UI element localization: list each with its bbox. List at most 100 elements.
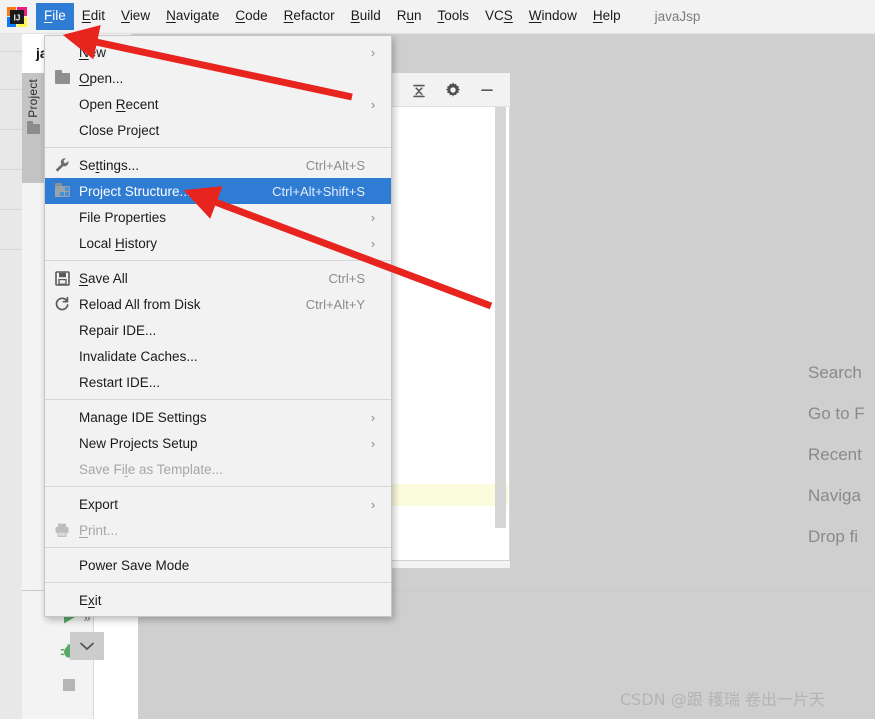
menu-item-label: Invalidate Caches... [79, 348, 198, 364]
menu-item-icon [45, 270, 79, 286]
bottom-tool-stripe [22, 591, 45, 719]
menubar-item-help[interactable]: Help [585, 3, 629, 30]
menubar-item-window[interactable]: Window [521, 3, 585, 30]
menu-item-label: Settings... [79, 157, 140, 173]
menu-item-new[interactable]: New › [45, 39, 391, 65]
menu-item-label: New [79, 44, 107, 60]
collapse-all-icon[interactable] [410, 81, 428, 99]
menu-item-label: File Properties [79, 209, 167, 225]
menu-item-project-structure[interactable]: Project Structure... Ctrl+Alt+Shift+S [45, 178, 391, 204]
menu-item-shortcut: Ctrl+Alt+Y [305, 296, 365, 312]
menubar-item-refactor[interactable]: Refactor [276, 3, 343, 30]
menu-item-shortcut: Ctrl+S [328, 270, 365, 286]
menu-item-file-properties[interactable]: File Properties › [45, 204, 391, 230]
menu-item-settings[interactable]: Settings... Ctrl+Alt+S [45, 152, 391, 178]
project-tree-scrollbar[interactable] [495, 78, 506, 528]
menu-item-label: Save File as Template... [79, 461, 223, 477]
project-name-label: javaJsp [654, 9, 701, 24]
menubar-item-file[interactable]: File [36, 3, 74, 30]
menu-item-power-save-mode[interactable]: Power Save Mode [45, 552, 391, 578]
editor-hint-drop-files: Drop fi [808, 527, 859, 546]
menu-item-reload-all-from-disk[interactable]: Reload All from Disk Ctrl+Alt+Y [45, 291, 391, 317]
menu-item-new-projects-setup[interactable]: New Projects Setup › [45, 430, 391, 456]
menubar-item-tools[interactable]: Tools [430, 3, 478, 30]
menu-separator [45, 399, 391, 400]
print-icon [55, 523, 69, 537]
wrench-icon [55, 158, 69, 172]
menu-item-label: Restart IDE... [79, 374, 161, 390]
editor-hint-recent: Recent [808, 445, 862, 464]
menubar-item-build[interactable]: Build [343, 3, 389, 30]
menu-item-icon [45, 157, 79, 173]
menu-item-save-all[interactable]: Save All Ctrl+S [45, 265, 391, 291]
intellij-idea-logo-icon: IJ [6, 6, 28, 28]
save-icon [54, 270, 70, 286]
folder-icon [54, 69, 70, 84]
menu-item-print[interactable]: Print... [45, 517, 391, 543]
menu-item-label: Repair IDE... [79, 322, 157, 338]
chevron-right-icon: › [370, 435, 376, 451]
stop-icon[interactable] [59, 675, 79, 695]
minimize-icon[interactable] [478, 81, 496, 99]
chevron-down-icon[interactable] [70, 632, 104, 660]
menu-item-icon [45, 296, 79, 312]
menu-item-label: Save All [79, 270, 128, 286]
menu-item-manage-ide-settings[interactable]: Manage IDE Settings › [45, 404, 391, 430]
menu-item-icon [45, 69, 79, 84]
menu-item-label: Power Save Mode [79, 557, 190, 573]
menu-item-export[interactable]: Export › [45, 491, 391, 517]
editor-hint-go-to-file: Go to F [808, 404, 865, 423]
editor-hint-search: Search [808, 363, 862, 382]
menu-separator [45, 582, 391, 583]
menubar-item-edit[interactable]: Edit [74, 3, 113, 30]
folder-icon [26, 120, 40, 134]
menu-item-label: Close Project [79, 122, 160, 138]
menu-item-label: Open... [79, 70, 124, 86]
menu-item-label: Print... [79, 522, 119, 538]
menu-item-restart-ide[interactable]: Restart IDE... [45, 369, 391, 395]
svg-text:IJ: IJ [14, 13, 21, 22]
file-menu-popup: New › Open... Open Recent › Close Project Sett… [44, 35, 392, 617]
menu-separator [45, 260, 391, 261]
gear-icon[interactable] [444, 81, 462, 99]
menu-item-label: Export [79, 496, 119, 512]
left-stripe-dividers [0, 33, 22, 283]
chevron-right-icon: › [370, 209, 376, 225]
menu-item-label: Project Structure... [79, 183, 191, 199]
chevron-right-icon: › [370, 96, 376, 112]
chevron-right-icon: › [370, 409, 376, 425]
menu-item-label: Reload All from Disk [79, 296, 201, 312]
menu-item-exit[interactable]: Exit [45, 587, 391, 613]
menu-item-shortcut: Ctrl+Alt+S [305, 157, 365, 173]
reload-icon [55, 296, 69, 311]
menubar-item-code[interactable]: Code [227, 3, 275, 30]
tool-window-tab-project[interactable]: Project [22, 73, 44, 183]
menubar-item-view[interactable]: View [113, 3, 158, 30]
menu-separator [45, 486, 391, 487]
project-structure-icon [54, 182, 70, 197]
menu-item-icon [45, 182, 79, 197]
chevron-right-icon: › [370, 235, 376, 251]
menu-item-open-recent[interactable]: Open Recent › [45, 91, 391, 117]
menu-item-save-file-as-template[interactable]: Save File as Template... [45, 456, 391, 482]
menu-item-label: Exit [79, 592, 102, 608]
editor-empty-state-hints: Search Go to F Recent Naviga Drop fi [808, 352, 875, 557]
menu-item-open[interactable]: Open... [45, 65, 391, 91]
menu-item-close-project[interactable]: Close Project [45, 117, 391, 143]
menu-item-local-history[interactable]: Local History › [45, 230, 391, 256]
menu-separator [45, 147, 391, 148]
menubar-item-navigate[interactable]: Navigate [158, 3, 227, 30]
menu-item-invalidate-caches[interactable]: Invalidate Caches... [45, 343, 391, 369]
menubar-item-run[interactable]: Run [389, 3, 430, 30]
menu-item-shortcut: Ctrl+Alt+Shift+S [272, 183, 365, 199]
chevron-right-icon: › [370, 44, 376, 60]
menu-item-label: Manage IDE Settings [79, 409, 207, 425]
chevron-right-icon: › [370, 496, 376, 512]
menu-item-label: New Projects Setup [79, 435, 198, 451]
tool-window-tab-label: Project [26, 79, 40, 118]
menu-item-icon [45, 522, 79, 538]
menu-item-repair-ide[interactable]: Repair IDE... [45, 317, 391, 343]
menu-item-label: Open Recent [79, 96, 159, 112]
csdn-watermark: CSDN @跟 耯瑞 卷出一片天 [620, 690, 825, 709]
menubar-item-vcs[interactable]: VCS [477, 3, 521, 30]
